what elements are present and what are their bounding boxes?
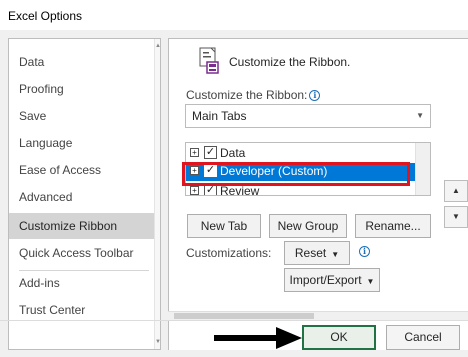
page-heading: Customize the Ribbon.	[229, 55, 351, 69]
move-down-icon: ▼	[452, 212, 460, 221]
chevron-down-icon: ▼	[366, 277, 375, 286]
nav-item-save[interactable]: Save	[9, 103, 160, 129]
nav-item-language[interactable]: Language	[9, 130, 160, 156]
import-export-button[interactable]: Import/Export ▼	[284, 268, 380, 292]
reset-button[interactable]: Reset ▼	[284, 241, 350, 265]
info-icon[interactable]: i	[309, 90, 321, 101]
import-export-label: Import/Export	[289, 273, 362, 287]
rename-button[interactable]: Rename...	[355, 214, 431, 238]
options-nav: Data Proofing Save Language Ease of Acce…	[8, 38, 161, 350]
horizontal-scrollbar[interactable]	[168, 311, 468, 320]
nav-item-data[interactable]: Data	[9, 49, 160, 75]
ribbon-customize-icon	[199, 47, 219, 74]
customize-ribbon-label-text: Customize the Ribbon:	[186, 88, 308, 102]
reset-button-label: Reset	[294, 246, 327, 260]
nav-item-add-ins[interactable]: Add-ins	[9, 270, 160, 296]
tree-row-data[interactable]: + ✓ Data	[186, 145, 416, 161]
move-down-button[interactable]: ▼	[444, 206, 468, 228]
tree-row-label: Developer (Custom)	[220, 164, 328, 178]
title-bar: Excel Options	[0, 0, 468, 30]
tree-row-developer[interactable]: + ✓ Developer (Custom)	[186, 163, 416, 181]
ribbon-tabs-dropdown[interactable]: Main Tabs ▼	[185, 104, 431, 128]
expand-icon[interactable]: +	[190, 166, 199, 175]
customize-ribbon-label: Customize the Ribbon: i	[186, 88, 321, 102]
info-icon[interactable]: i	[359, 246, 370, 257]
footer-divider	[0, 320, 468, 321]
cancel-button[interactable]: Cancel	[386, 325, 460, 350]
checkbox-icon[interactable]: ✓	[204, 146, 217, 159]
customizations-label: Customizations:	[186, 246, 272, 260]
new-group-button[interactable]: New Group	[269, 214, 347, 238]
ribbon-tabs-tree[interactable]: + ✓ Data + ✓ Developer (Custom) + ✓ Revi…	[185, 142, 431, 196]
nav-item-quick-access-toolbar[interactable]: Quick Access Toolbar	[9, 240, 160, 266]
new-tab-button[interactable]: New Tab	[187, 214, 261, 238]
window-title: Excel Options	[8, 9, 83, 23]
chevron-down-icon: ▼	[331, 250, 340, 259]
scroll-down-icon[interactable]: ▼	[155, 337, 160, 347]
tree-scrollbar[interactable]	[415, 143, 430, 195]
chevron-down-icon: ▼	[416, 111, 424, 120]
move-up-icon: ▲	[452, 186, 460, 195]
arrow-pointer-icon	[214, 327, 302, 349]
expand-icon[interactable]: +	[190, 148, 199, 157]
checkbox-icon[interactable]: ✓	[204, 184, 217, 195]
tree-row-label: Data	[220, 146, 246, 160]
move-up-button[interactable]: ▲	[444, 180, 468, 202]
nav-item-proofing[interactable]: Proofing	[9, 76, 160, 102]
scroll-up-icon[interactable]: ▲	[155, 41, 160, 51]
ok-button[interactable]: OK	[302, 325, 376, 350]
checkbox-icon[interactable]: ✓	[204, 164, 217, 177]
nav-scrollbar[interactable]: ▲ ▼	[154, 39, 160, 349]
tree-row-review[interactable]: + ✓ Review	[186, 183, 416, 196]
nav-item-ease-of-access[interactable]: Ease of Access	[9, 157, 160, 183]
scroll-thumb[interactable]	[174, 313, 314, 319]
nav-item-customize-ribbon[interactable]: Customize Ribbon	[9, 213, 160, 239]
nav-item-advanced[interactable]: Advanced	[9, 184, 160, 210]
tree-row-label: Review	[220, 184, 260, 196]
dropdown-value: Main Tabs	[192, 109, 247, 123]
expand-icon[interactable]: +	[190, 186, 199, 195]
